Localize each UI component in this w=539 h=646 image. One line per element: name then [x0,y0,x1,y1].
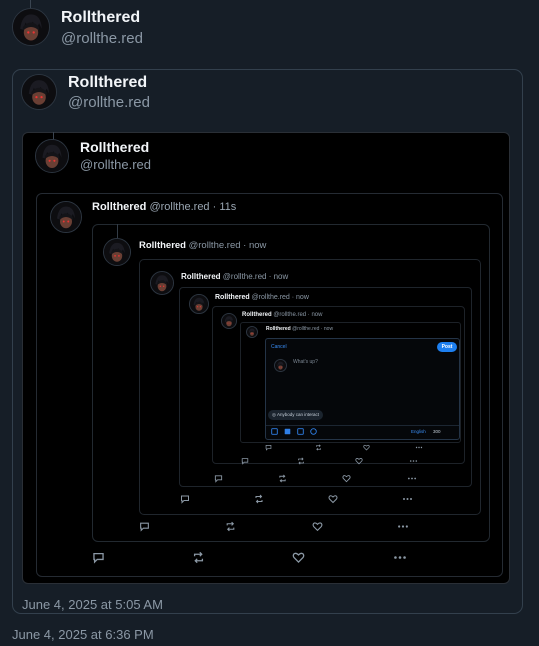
author-name: Rollthered [92,201,147,213]
author-name: Rollthered [80,139,150,155]
language-selector[interactable]: English [411,429,426,434]
interaction-label: Anybody can interact [276,412,319,417]
author-name[interactable]: Rollthered [61,9,140,27]
thread-line [30,0,31,8]
globe-icon: ◎ [272,412,276,417]
avatar [21,74,57,110]
like-icon[interactable] [328,494,338,504]
author-meta: @rollthe.red · now [188,240,267,251]
author-name: Rollthered [181,272,221,281]
more-icon[interactable] [415,444,423,451]
character-count: 300 [433,429,441,434]
reply-icon[interactable] [241,457,249,465]
post-header: Rollthered @rollthe.red · now [215,294,309,301]
composer-divider [266,425,459,426]
repost-icon[interactable] [254,494,264,504]
more-icon[interactable] [407,474,417,483]
like-icon[interactable] [292,551,305,564]
composer-toolbar [271,428,321,436]
like-icon[interactable] [342,474,351,483]
post-header: Rollthered @rollthe.red · now [266,326,333,332]
author-meta: @rollthe.red · 11s [149,201,237,213]
avatar [150,271,174,295]
avatar [103,238,131,266]
action-bar [265,444,455,452]
reply-icon[interactable] [92,551,105,564]
avatar [221,313,237,329]
post-header: Rollthered @rollthe.red · now [181,272,288,281]
post-header: Rollthered @rollthe.red · now [242,312,322,318]
author-meta: @rollthe.red · now [292,326,334,332]
emoji-icon[interactable] [310,428,317,435]
author-name: Rollthered [139,240,186,251]
avatar[interactable] [12,8,50,46]
author-meta: @rollthe.red · now [251,294,309,301]
author-handle: @rollthe.red [68,94,150,111]
repost-icon[interactable] [315,444,322,451]
reply-icon[interactable] [180,494,190,504]
reply-icon[interactable] [214,474,223,483]
more-icon[interactable] [397,521,409,532]
gif-icon[interactable] [297,428,304,435]
post-header: Rollthered @rollthe.red · 11s [92,201,236,213]
like-icon[interactable] [355,457,363,465]
more-icon[interactable] [402,494,413,504]
video-icon[interactable] [284,428,291,435]
author-meta: @rollthe.red · now [222,272,289,281]
author-name: Rollthered [266,326,291,332]
action-bar [214,474,434,484]
more-icon[interactable] [409,457,418,465]
author-meta: @rollthe.red · now [273,312,323,318]
post-button[interactable]: Post [437,342,457,352]
thread-line [117,224,118,238]
reply-icon[interactable] [265,444,272,451]
author-name: Rollthered [242,312,272,318]
author-name: Rollthered [215,294,250,301]
post-header: Rollthered @rollthe.red · now [139,240,266,251]
post-timestamp[interactable]: June 4, 2025 at 5:05 AM [22,597,163,612]
post-text-input[interactable]: What's up? [293,359,318,365]
avatar [274,359,287,372]
action-bar [139,521,419,533]
repost-icon[interactable] [278,474,287,483]
author-handle: @rollthe.red [80,157,152,172]
post-timestamp[interactable]: June 4, 2025 at 6:36 PM [12,627,154,642]
more-icon[interactable] [393,551,407,564]
repost-icon[interactable] [192,551,205,564]
action-bar [180,494,420,505]
repost-icon[interactable] [297,457,305,465]
action-bar [241,457,431,466]
author-handle[interactable]: @rollthe.red [61,30,143,47]
avatar [189,294,209,314]
reply-icon[interactable] [139,521,150,532]
image-icon[interactable] [271,428,278,435]
avatar [35,139,69,173]
avatar [246,326,258,338]
like-icon[interactable] [363,444,370,451]
like-icon[interactable] [312,521,323,532]
cancel-button[interactable]: Cancel [271,344,287,350]
interaction-settings-button[interactable]: ◎ Anybody can interact [268,410,323,420]
avatar [50,201,82,233]
repost-icon[interactable] [225,521,236,532]
author-name: Rollthered [68,74,148,91]
action-bar [92,551,412,565]
